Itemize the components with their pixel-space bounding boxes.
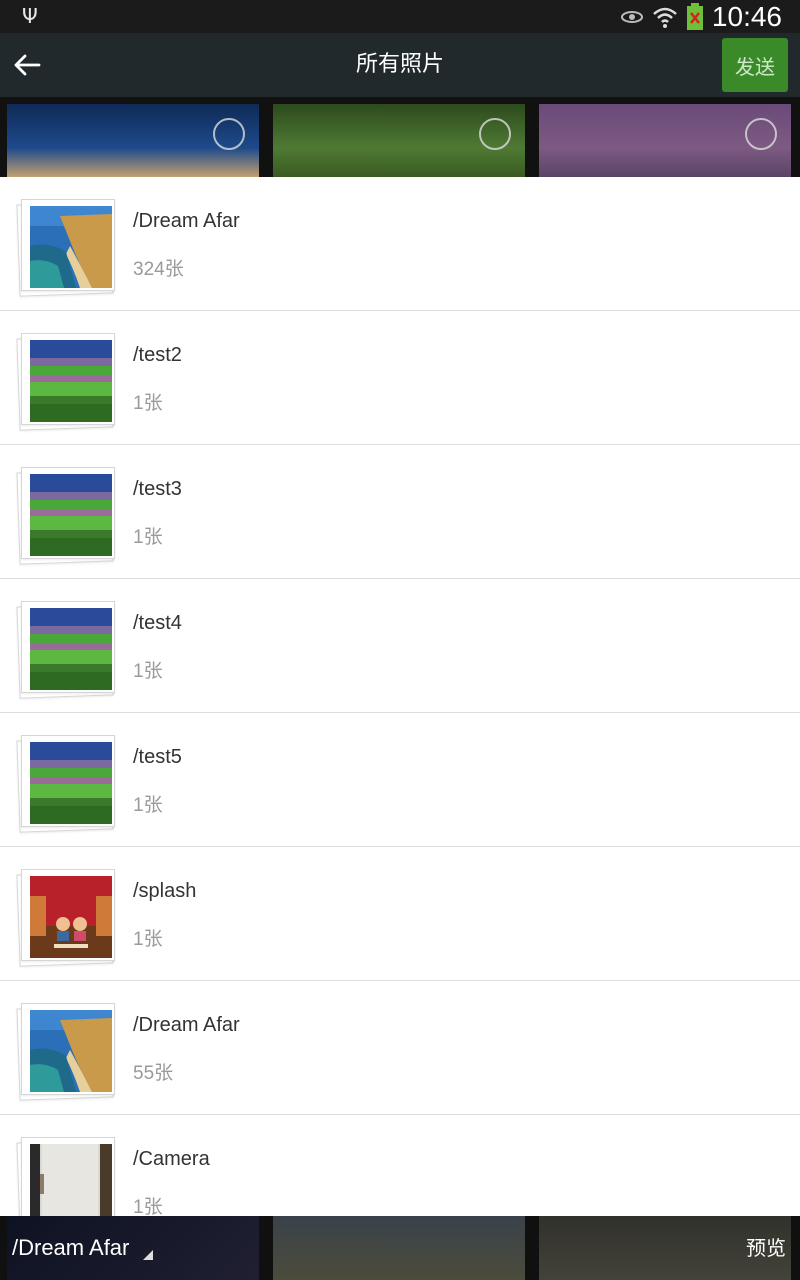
bottom-bar: /Dream Afar 预览 [0, 1216, 800, 1280]
album-thumbnail [16, 331, 116, 431]
album-thumbnail [16, 867, 116, 967]
album-thumbnail [16, 1001, 116, 1101]
album-row[interactable]: /test2 1张 [0, 311, 800, 445]
album-count: 1张 [133, 1197, 163, 1216]
album-count: 1张 [133, 929, 163, 950]
album-count: 55张 [133, 1063, 174, 1084]
album-name: /test4 [133, 612, 182, 634]
folder-label: /Dream Afar [12, 1235, 130, 1260]
album-cover [30, 876, 112, 958]
album-cover [30, 340, 112, 422]
album-name: /test5 [133, 746, 182, 768]
select-circle-icon[interactable] [479, 118, 511, 150]
album-count: 1张 [133, 527, 163, 548]
send-button[interactable]: 发送 [722, 38, 788, 92]
wifi-icon [653, 7, 677, 28]
album-cover [30, 1144, 112, 1216]
preview-button[interactable]: 预览 [746, 1216, 786, 1280]
album-row[interactable]: /splash 1张 [0, 847, 800, 981]
back-arrow-icon [14, 54, 41, 76]
thumbnail-paper [21, 333, 115, 425]
select-circle-icon[interactable] [213, 118, 245, 150]
dropdown-triangle-icon [143, 1250, 154, 1260]
thumbnail-paper [21, 601, 115, 693]
grid-photo[interactable] [273, 104, 525, 177]
status-bar: Ψ 10:46 [0, 0, 800, 33]
album-cover [30, 206, 112, 288]
album-row[interactable]: /Dream Afar 55张 [0, 981, 800, 1115]
album-thumbnail [16, 1135, 116, 1216]
album-row[interactable]: /Dream Afar 324张 [0, 177, 800, 311]
album-row[interactable]: /Camera 1张 [0, 1115, 800, 1216]
album-row[interactable]: /test4 1张 [0, 579, 800, 713]
album-thumbnail [16, 599, 116, 699]
battery-icon [686, 2, 703, 30]
page-title: 所有照片 [355, 52, 444, 77]
thumbnail-paper [21, 1003, 115, 1095]
album-name: /Dream Afar [133, 210, 240, 232]
album-row[interactable]: /test5 1张 [0, 713, 800, 847]
album-cover [30, 474, 112, 556]
action-bar: 所有照片 发送 [0, 33, 800, 97]
album-cover [30, 608, 112, 690]
album-name: /splash [133, 880, 197, 902]
eye-icon [620, 10, 643, 23]
select-circle-icon[interactable] [745, 118, 777, 150]
album-cover [30, 742, 112, 824]
grid-photo[interactable] [7, 104, 259, 177]
album-cover [30, 1010, 112, 1092]
thumbnail-paper [21, 1137, 115, 1216]
album-thumbnail [16, 733, 116, 833]
album-count: 1张 [133, 661, 163, 682]
album-thumbnail [16, 197, 116, 297]
album-name: /Dream Afar [133, 1014, 240, 1036]
album-count: 324张 [133, 259, 184, 280]
clock: 10:46 [711, 0, 782, 32]
thumbnail-paper [21, 467, 115, 559]
album-name: /test3 [133, 478, 182, 500]
album-name: /Camera [133, 1148, 210, 1170]
thumbnail-paper [21, 199, 115, 291]
album-row[interactable]: /test3 1张 [0, 445, 800, 579]
thumbnail-paper [21, 735, 115, 827]
photo-grid [0, 97, 800, 177]
usb-icon: Ψ [22, 4, 38, 28]
album-count: 1张 [133, 795, 163, 816]
status-icons: 10:46 [620, 0, 782, 33]
album-count: 1张 [133, 393, 163, 414]
album-name: /test2 [133, 344, 182, 366]
album-thumbnail [16, 465, 116, 565]
folder-selector[interactable]: /Dream Afar [12, 1216, 154, 1280]
thumbnail-paper [21, 869, 115, 961]
album-list: /Dream Afar 324张/test2 1张/test3 1张/test4 1张 /… [0, 177, 800, 1216]
grid-photo[interactable] [539, 104, 791, 177]
back-button[interactable] [12, 47, 42, 83]
